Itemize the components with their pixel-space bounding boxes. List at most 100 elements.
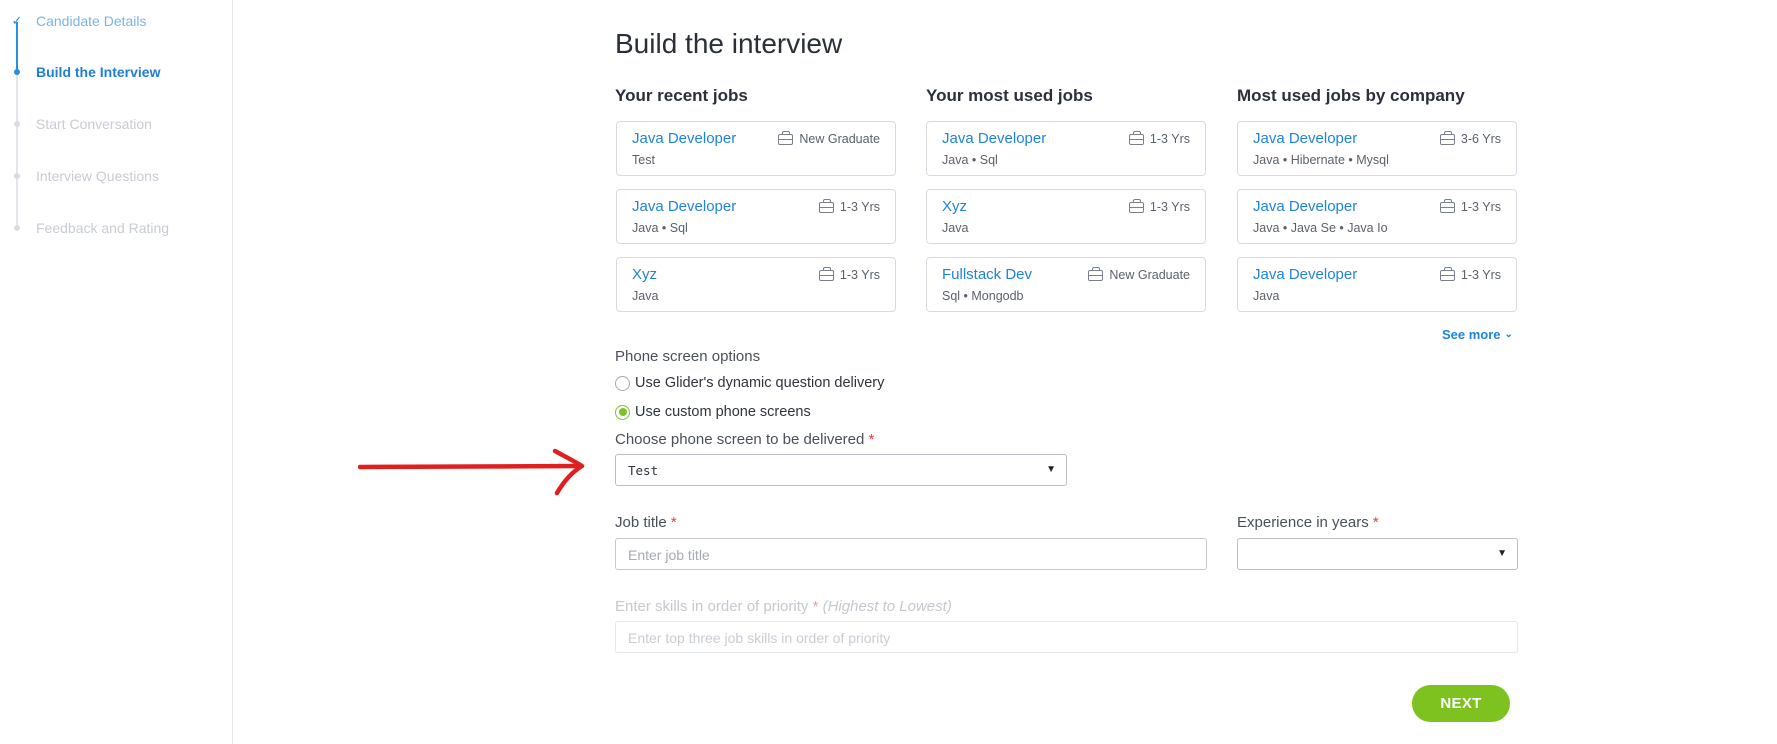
skills-placeholder: Enter top three job skills in order of p… [628,630,891,646]
most-used-jobs-title: Your most used jobs [926,86,1093,105]
required-mark: * [868,431,875,448]
experience-text: 1-3 Yrs [1460,268,1501,282]
briefcase-icon [1439,198,1455,213]
caret-down-icon: ▼ [1046,464,1056,475]
job-card[interactable]: Java Developer 1-3 Yrs Java [1237,257,1517,312]
experience-text: 3-6 Yrs [1460,132,1501,146]
selected-value: Test [628,463,659,478]
job-card[interactable]: Java Developer 1-3 Yrs Java • Sql [616,189,896,244]
job-card[interactable]: Fullstack Dev New Graduate Sql • Mongodb [926,257,1206,312]
company-jobs-title: Most used jobs by company [1237,86,1465,105]
next-button[interactable]: NEXT [1412,685,1510,722]
job-name: Java Developer [1253,198,1358,215]
step-label: Start Conversation [36,116,152,132]
job-card[interactable]: Java Developer 1-3 Yrs Java • Java Se • … [1237,189,1517,244]
required-mark: * [812,598,819,615]
see-more-link[interactable]: See more ⌄ [1442,327,1513,342]
experience-text: 1-3 Yrs [839,200,880,214]
briefcase-icon [1439,130,1455,145]
briefcase-icon [818,198,834,213]
briefcase-icon [1088,266,1104,281]
briefcase-icon [818,266,834,281]
required-mark: * [1372,514,1379,531]
chevron-down-icon: ⌄ [1504,329,1513,340]
experience-text: New Graduate [1109,268,1190,282]
briefcase-icon [1128,130,1144,145]
radio-label: Use Glider's dynamic question delivery [635,375,885,391]
job-skills: Java • Sql [632,221,688,235]
radio-custom-screens[interactable]: Use custom phone screens [615,404,811,420]
job-card[interactable]: Xyz 1-3 Yrs Java [616,257,896,312]
step-dot-icon [14,69,20,75]
job-experience: 1-3 Yrs [818,266,880,282]
experience-text: 1-3 Yrs [1149,132,1190,146]
step-dot-icon [14,121,20,127]
radio-button[interactable] [615,375,630,391]
step-label: Build the Interview [36,64,161,80]
phone-screen-options-label: Phone screen options [615,348,761,365]
job-skills: Sql • Mongodb [942,289,1024,303]
step-label: Feedback and Rating [36,220,170,236]
radio-button[interactable] [615,404,630,420]
job-name: Java Developer [1253,266,1358,283]
see-more-label: See more [1442,327,1501,342]
skills-label: Enter skills in order of priority * (Hig… [615,598,952,615]
job-card[interactable]: Xyz 1-3 Yrs Java [926,189,1206,244]
job-experience: 1-3 Yrs [818,198,880,214]
experience-text: New Graduate [799,132,880,146]
job-experience: 1-3 Yrs [1439,198,1501,214]
experience-text: 1-3 Yrs [839,268,880,282]
job-skills: Java [1253,289,1280,303]
job-experience: 1-3 Yrs [1128,198,1190,214]
job-title-label-text: Job title [615,514,667,531]
job-card[interactable]: Java Developer 3-6 Yrs Java • Hibernate … [1237,121,1517,176]
experience-text: 1-3 Yrs [1460,200,1501,214]
job-name: Xyz [942,198,968,215]
job-skills: Test [632,153,655,167]
job-card[interactable]: Java Developer New Graduate Test [616,121,896,176]
job-skills: Java [942,221,969,235]
job-skills: Java • Java Se • Java Io [1253,221,1388,235]
choose-label-text: Choose phone screen to be delivered [615,431,865,448]
job-skills: Java • Hibernate • Mysql [1253,153,1389,167]
job-skills: Java • Sql [942,153,998,167]
page-title: Build the interview [615,28,843,59]
experience-label: Experience in years * [1237,514,1379,531]
radio-label: Use custom phone screens [635,404,811,420]
job-title-input[interactable]: Enter job title [615,538,1207,570]
step-dot-icon [14,225,20,231]
checkmark-icon: ✓ [11,13,23,28]
job-experience: New Graduate [778,130,880,146]
job-experience: New Graduate [1088,266,1190,282]
experience-select[interactable]: ▼ [1237,538,1518,570]
job-card[interactable]: Java Developer 1-3 Yrs Java • Sql [926,121,1206,176]
job-name: Java Developer [942,130,1047,147]
caret-down-icon: ▼ [1497,548,1507,559]
job-name: Java Developer [632,198,737,215]
phone-screen-select[interactable]: Test ▼ [615,454,1067,486]
step-label: Candidate Details [36,13,147,29]
required-mark: * [670,514,677,531]
skills-hint: (Highest to Lowest) [822,598,952,615]
job-name: Java Developer [632,130,737,147]
briefcase-icon [1439,266,1455,281]
job-name: Fullstack Dev [942,266,1033,283]
skills-label-text: Enter skills in order of priority [615,598,809,615]
job-experience: 3-6 Yrs [1439,130,1501,146]
progress-sidebar: ✓ Candidate Details Build the Interview … [0,0,233,744]
step-label: Interview Questions [36,168,159,184]
annotation-arrow-icon [358,448,585,496]
job-experience: 1-3 Yrs [1128,130,1190,146]
job-title-placeholder: Enter job title [628,547,710,563]
skills-input[interactable]: Enter top three job skills in order of p… [615,621,1518,653]
job-name: Java Developer [1253,130,1358,147]
choose-phone-screen-label: Choose phone screen to be delivered * [615,431,874,448]
step-dot-icon [14,173,20,179]
job-name: Xyz [632,266,658,283]
recent-jobs-title: Your recent jobs [615,86,748,105]
job-skills: Java [632,289,659,303]
experience-text: 1-3 Yrs [1149,200,1190,214]
briefcase-icon [1128,198,1144,213]
briefcase-icon [778,130,794,145]
radio-dynamic-delivery[interactable]: Use Glider's dynamic question delivery [615,375,884,391]
